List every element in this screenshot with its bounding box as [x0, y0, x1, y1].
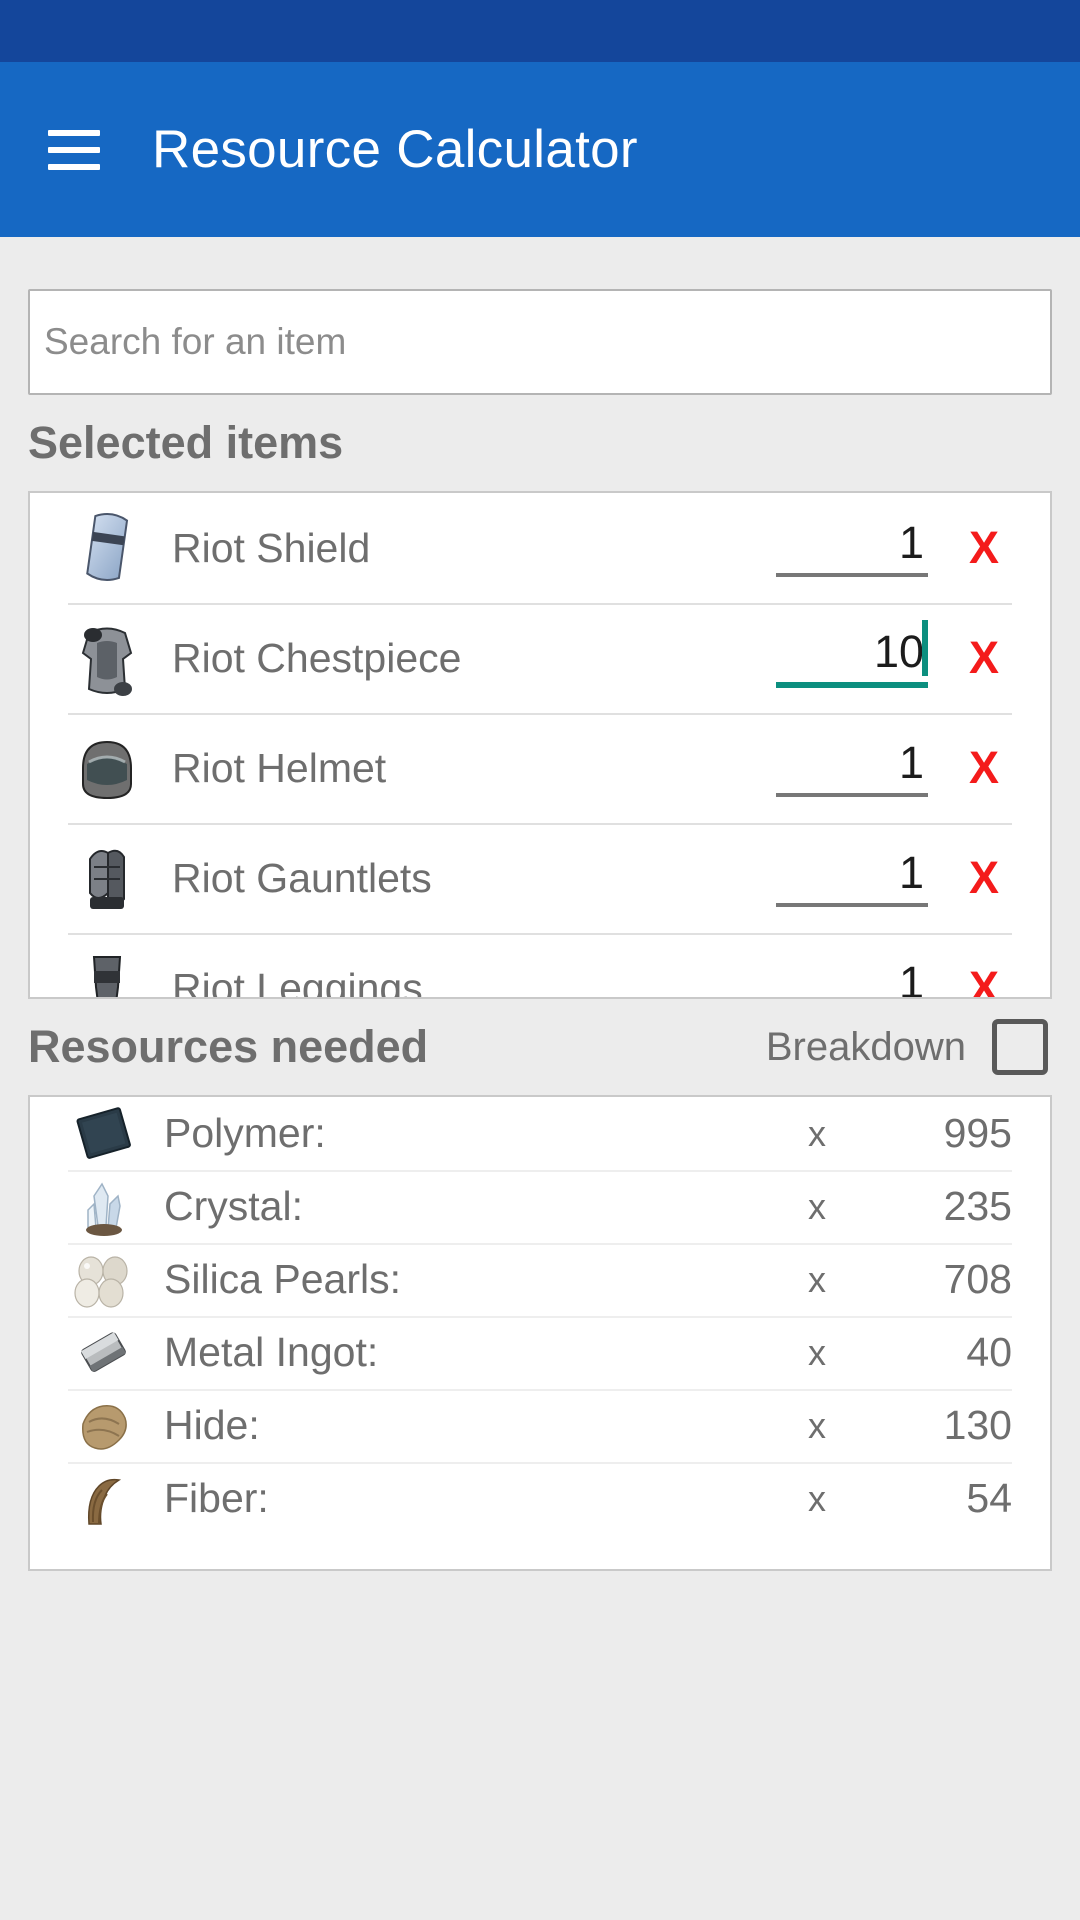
quantity-input[interactable]: 1	[776, 850, 928, 907]
resource-multiplier: x	[808, 1185, 826, 1227]
page-content: Selected items Riot Shield1XRiot Chestpi…	[0, 237, 1080, 1571]
resource-row: Crystal: x 235	[30, 1170, 1050, 1243]
selected-item-name: Riot Gauntlets	[172, 854, 432, 901]
remove-item-button[interactable]: X	[956, 522, 1012, 574]
selected-items-header: Selected items	[28, 395, 1052, 491]
polymer-icon	[70, 1103, 138, 1165]
resource-quantity: 708	[943, 1256, 1012, 1302]
resource-name: Fiber:	[164, 1475, 269, 1521]
quantity-underline	[776, 681, 928, 688]
resource-quantity: 995	[943, 1110, 1012, 1156]
quantity-input[interactable]: 1	[776, 956, 928, 999]
remove-item-button[interactable]: X	[956, 962, 1012, 997]
resource-multiplier: x	[808, 1258, 826, 1300]
remove-item-button[interactable]: X	[956, 632, 1012, 684]
resource-row: Fiber: x 54	[30, 1462, 1050, 1535]
quantity-underline	[776, 572, 928, 577]
selected-item-name: Riot Leggings	[172, 964, 423, 999]
riot-leggings-icon	[70, 946, 144, 997]
hamburger-bar	[48, 129, 100, 136]
resource-quantity: 235	[943, 1183, 1012, 1229]
hamburger-bar	[48, 146, 100, 153]
selected-item-name: Riot Chestpiece	[172, 634, 462, 681]
selected-items-list: Riot Shield 1 X Riot Chestpiece 10 X Riot Helm…	[30, 493, 1050, 999]
resource-row: Polymer: x 995	[30, 1097, 1050, 1170]
selected-items-card: Riot Shield 1 X Riot Chestpiece 10 X Riot Helm…	[28, 491, 1052, 999]
resource-name: Crystal:	[164, 1183, 303, 1229]
quantity-input[interactable]: 1	[776, 520, 928, 577]
selected-item-row: Riot Chestpiece 10 X	[30, 603, 1050, 713]
selected-item-row: Riot Leggings 1 X	[30, 933, 1050, 999]
resource-quantity: 40	[966, 1329, 1012, 1375]
resources-card: Polymer: x 995 Crystal: x 235 Silica Pearls: x 7…	[28, 1095, 1052, 1571]
resource-row: Metal Ingot: x 40	[30, 1316, 1050, 1389]
text-cursor	[922, 619, 928, 676]
quantity-input[interactable]: 1	[776, 740, 928, 797]
fiber-icon	[70, 1468, 138, 1530]
quantity-input[interactable]: 10	[776, 619, 928, 688]
status-bar	[0, 0, 1080, 62]
quantity-value: 10	[873, 625, 924, 677]
selected-item-row: Riot Shield 1 X	[30, 493, 1050, 603]
selected-items-title: Selected items	[28, 417, 344, 468]
quantity-underline	[776, 792, 928, 797]
resource-name: Silica Pearls:	[164, 1256, 401, 1302]
search-input[interactable]	[28, 289, 1052, 395]
quantity-value: 1	[898, 516, 924, 568]
quantity-value: 1	[898, 956, 924, 999]
crystal-icon	[70, 1176, 138, 1238]
riot-gauntlets-icon	[70, 836, 144, 920]
selected-item-name: Riot Shield	[172, 524, 371, 571]
resource-name: Polymer:	[164, 1110, 326, 1156]
breakdown-label: Breakdown	[765, 1024, 966, 1069]
hamburger-bar	[48, 163, 100, 170]
selected-item-name: Riot Helmet	[172, 744, 387, 791]
resource-row: Hide: x 130	[30, 1389, 1050, 1462]
quantity-value: 1	[898, 846, 924, 898]
resource-multiplier: x	[808, 1331, 826, 1373]
resource-row: Silica Pearls: x 708	[30, 1243, 1050, 1316]
selected-item-row: Riot Helmet 1 X	[30, 713, 1050, 823]
quantity-value: 1	[898, 736, 924, 788]
resource-quantity: 130	[943, 1402, 1012, 1448]
resource-multiplier: x	[808, 1477, 826, 1519]
selected-item-row: Riot Gauntlets 1 X	[30, 823, 1050, 933]
hamburger-menu-icon[interactable]	[48, 129, 100, 170]
search-container	[28, 237, 1052, 395]
quantity-underline	[776, 902, 928, 907]
remove-item-button[interactable]: X	[956, 742, 1012, 794]
app-title: Resource Calculator	[152, 120, 638, 179]
resources-header: Resources needed Breakdown	[28, 999, 1052, 1095]
riot-chestpiece-icon	[70, 616, 144, 700]
metal-ingot-icon	[70, 1322, 138, 1384]
resources-list: Polymer: x 995 Crystal: x 235 Silica Pearls: x 7…	[30, 1097, 1050, 1535]
resource-quantity: 54	[966, 1475, 1012, 1521]
breakdown-checkbox[interactable]	[992, 1019, 1048, 1075]
remove-item-button[interactable]: X	[956, 852, 1012, 904]
breakdown-group: Breakdown	[766, 1019, 1048, 1075]
resources-title: Resources needed	[28, 1021, 429, 1072]
resource-multiplier: x	[808, 1112, 826, 1154]
riot-helmet-icon	[70, 726, 144, 810]
resource-name: Hide:	[164, 1402, 260, 1448]
riot-shield-icon	[70, 506, 144, 590]
hide-icon	[70, 1395, 138, 1457]
resource-name: Metal Ingot:	[164, 1329, 379, 1375]
resource-multiplier: x	[808, 1404, 826, 1446]
app-bar: Resource Calculator	[0, 62, 1080, 237]
silica-pearls-icon	[70, 1249, 138, 1311]
